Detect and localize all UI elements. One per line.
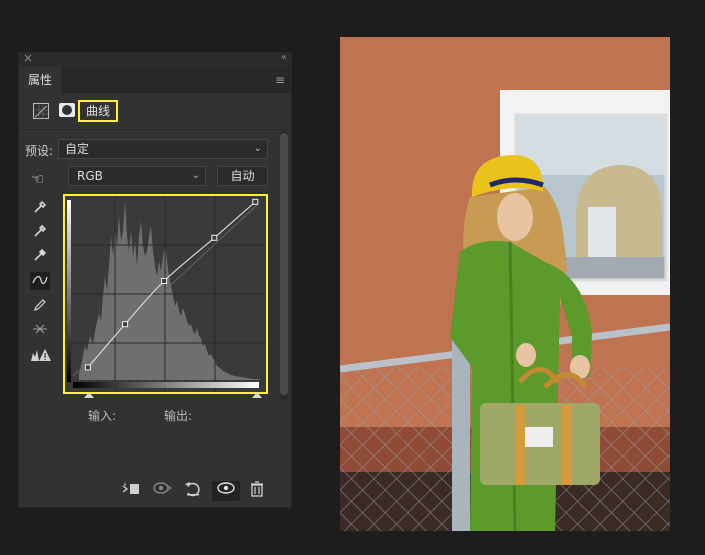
fence-post xyxy=(452,337,470,531)
channel-dropdown[interactable]: RGB ⌄ xyxy=(68,166,206,186)
white-point-slider[interactable] xyxy=(251,391,263,399)
collapse-panel-icon[interactable]: « xyxy=(281,52,287,63)
curves-title: 曲线 xyxy=(78,100,118,122)
properties-panel: × « 属性 ≡ 曲线 预设: 自定 ⌄ ☜ RGB ⌄ 自动 输入: 输出: xyxy=(18,51,292,508)
tab-bar: 属性 ≡ xyxy=(19,67,291,93)
curve-control-point[interactable] xyxy=(122,321,129,328)
visibility-eye-icon[interactable] xyxy=(212,481,240,501)
pencil-draw-icon[interactable] xyxy=(30,297,50,315)
input-gradient-bar xyxy=(73,382,259,388)
output-label: 输出: xyxy=(164,409,193,423)
curves-graph[interactable] xyxy=(63,194,268,394)
layer-mask-icon[interactable] xyxy=(59,103,75,117)
curves-graph-canvas[interactable] xyxy=(65,196,266,392)
reset-icon[interactable] xyxy=(183,481,203,501)
curve-control-point[interactable] xyxy=(84,364,91,371)
sample-gray-point-eyedropper-icon[interactable] xyxy=(30,223,50,241)
auto-button[interactable]: 自动 xyxy=(217,166,268,186)
curves-adjustment-icon xyxy=(33,103,49,119)
smooth-curve-icon[interactable] xyxy=(30,321,50,339)
edit-points-curve-icon[interactable] xyxy=(30,272,50,290)
clip-to-layer-icon[interactable] xyxy=(121,481,141,501)
black-point-slider[interactable] xyxy=(83,391,95,399)
panel-menu-icon[interactable]: ≡ xyxy=(275,73,285,87)
scrollbar-thumb[interactable] xyxy=(280,133,288,395)
preset-label: 预设: xyxy=(25,144,54,158)
on-image-adjustment-hand-icon[interactable]: ☜ xyxy=(31,170,44,188)
clipping-warning-icon[interactable] xyxy=(30,347,51,365)
panel-scrollbar[interactable] xyxy=(280,131,288,401)
sample-white-point-eyedropper-icon[interactable] xyxy=(30,247,50,265)
sample-black-point-eyedropper-icon[interactable] xyxy=(30,199,50,217)
close-panel-icon[interactable]: × xyxy=(23,51,33,65)
curve-control-point[interactable] xyxy=(161,278,168,284)
panel-title-bar: × « xyxy=(19,51,291,67)
view-previous-state-icon[interactable] xyxy=(153,481,173,501)
divider xyxy=(19,129,291,130)
photo-illustration xyxy=(340,37,670,531)
input-label: 输入: xyxy=(88,409,117,423)
preset-value: 自定 xyxy=(65,142,90,156)
curve-control-point[interactable] xyxy=(211,234,218,241)
preset-dropdown[interactable]: 自定 ⌄ xyxy=(58,139,268,159)
trash-icon[interactable] xyxy=(247,481,267,501)
panel-footer xyxy=(19,474,291,508)
photo-canvas xyxy=(340,37,670,531)
output-gradient-bar xyxy=(67,200,71,382)
chevron-down-icon: ⌄ xyxy=(253,143,262,154)
channel-value: RGB xyxy=(77,169,103,183)
curve-control-point[interactable] xyxy=(252,198,259,205)
adjustment-header: 曲线 xyxy=(19,93,291,129)
chevron-down-icon: ⌄ xyxy=(191,170,200,181)
tab-properties[interactable]: 属性 xyxy=(19,67,62,93)
